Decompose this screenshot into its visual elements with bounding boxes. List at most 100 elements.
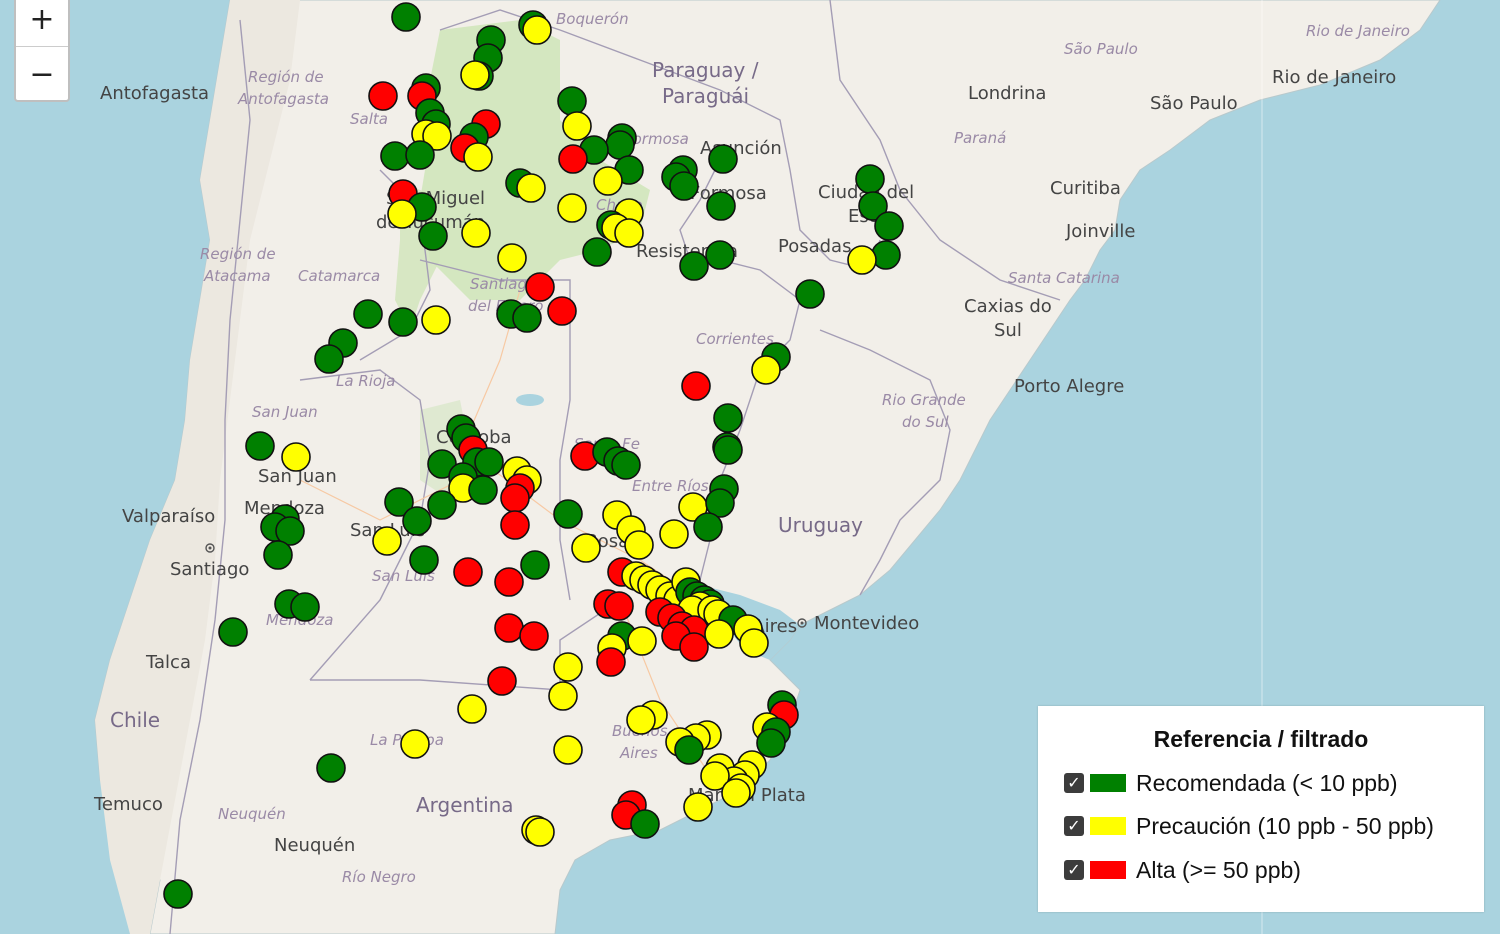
marker-recomendada[interactable] [512,303,542,333]
marker-recomendada[interactable] [713,403,743,433]
marker-recomendada[interactable] [557,86,587,116]
marker-alta[interactable] [679,632,709,662]
marker-recomendada[interactable] [630,809,660,839]
checkbox-recomendada[interactable]: ✓ [1064,773,1084,793]
marker-precaucion[interactable] [553,735,583,765]
marker-recomendada[interactable] [427,490,457,520]
marker-alta[interactable] [596,647,626,677]
marker-recomendada[interactable] [874,211,904,241]
zoom-out-button[interactable]: − [16,47,68,101]
marker-recomendada[interactable] [468,475,498,505]
zoom-in-button[interactable]: + [16,0,68,47]
marker-recomendada[interactable] [163,879,193,909]
marker-recomendada[interactable] [314,344,344,374]
marker-alta[interactable] [494,567,524,597]
marker-recomendada[interactable] [290,592,320,622]
marker-precaucion[interactable] [659,519,689,549]
checkbox-alta[interactable]: ✓ [1064,860,1084,880]
marker-precaucion[interactable] [421,305,451,335]
marker-alta[interactable] [494,613,524,643]
marker-precaucion[interactable] [593,166,623,196]
marker-precaucion[interactable] [626,705,656,735]
marker-precaucion[interactable] [463,142,493,172]
marker-recomendada[interactable] [679,251,709,281]
marker-precaucion[interactable] [516,173,546,203]
marker-precaucion[interactable] [372,526,402,556]
marker-recomendada[interactable] [705,240,735,270]
marker-alta[interactable] [519,621,549,651]
marker-recomendada[interactable] [611,450,641,480]
marker-precaucion[interactable] [461,218,491,248]
label-boqueron: Boquerón [556,10,629,28]
marker-precaucion[interactable] [557,193,587,223]
marker-precaucion[interactable] [553,652,583,682]
marker-recomendada[interactable] [388,307,418,337]
marker-precaucion[interactable] [683,792,713,822]
marker-recomendada[interactable] [582,237,612,267]
marker-recomendada[interactable] [708,144,738,174]
marker-recomendada[interactable] [520,550,550,580]
marker-precaucion[interactable] [522,15,552,45]
marker-precaucion[interactable] [627,626,657,656]
marker-recomendada[interactable] [474,447,504,477]
label-curitiba: Curitiba [1050,178,1121,199]
marker-alta[interactable] [681,371,711,401]
marker-precaucion[interactable] [460,60,490,90]
marker-alta[interactable] [604,591,634,621]
legend-title: Referencia / filtrado [1153,726,1369,752]
marker-alta[interactable] [487,666,517,696]
marker-recomendada[interactable] [795,279,825,309]
marker-recomendada[interactable] [380,141,410,171]
marker-alta[interactable] [547,296,577,326]
marker-recomendada[interactable] [402,506,432,536]
label-parana: Paraná [954,129,1006,147]
marker-recomendada[interactable] [218,617,248,647]
marker-precaucion[interactable] [525,817,555,847]
marker-precaucion[interactable] [571,533,601,563]
marker-recomendada[interactable] [855,164,885,194]
marker-recomendada[interactable] [713,435,743,465]
marker-recomendada[interactable] [409,545,439,575]
label-corrientes: Corrientes [696,330,774,348]
marker-precaucion[interactable] [387,199,417,229]
marker-recomendada[interactable] [263,540,293,570]
marker-recomendada[interactable] [605,130,635,160]
marker-recomendada[interactable] [693,512,723,542]
marker-precaucion[interactable] [400,729,430,759]
marker-recomendada[interactable] [706,191,736,221]
marker-recomendada[interactable] [418,221,448,251]
label-posadas: Posadas [778,236,851,257]
marker-recomendada[interactable] [316,753,346,783]
legend-item-precaucion[interactable]: ✓ Precaución (10 ppb - 50 ppb) [1064,811,1434,841]
marker-precaucion[interactable] [704,619,734,649]
marker-precaucion[interactable] [847,245,877,275]
marker-precaucion[interactable] [739,628,769,658]
marker-alta[interactable] [525,272,555,302]
marker-recomendada[interactable] [669,171,699,201]
marker-precaucion[interactable] [721,778,751,808]
marker-precaucion[interactable] [457,694,487,724]
marker-recomendada[interactable] [405,140,435,170]
marker-recomendada[interactable] [674,735,704,765]
checkbox-precaucion[interactable]: ✓ [1064,816,1084,836]
marker-alta[interactable] [500,483,530,513]
legend-item-recomendada[interactable]: ✓ Recomendada (< 10 ppb) [1064,768,1397,798]
marker-recomendada[interactable] [553,499,583,529]
marker-recomendada[interactable] [871,240,901,270]
marker-precaucion[interactable] [548,681,578,711]
marker-precaucion[interactable] [497,243,527,273]
marker-precaucion[interactable] [614,218,644,248]
marker-precaucion[interactable] [562,111,592,141]
marker-precaucion[interactable] [624,530,654,560]
marker-recomendada[interactable] [391,2,421,32]
marker-recomendada[interactable] [756,728,786,758]
marker-recomendada[interactable] [353,299,383,329]
marker-recomendada[interactable] [245,431,275,461]
legend-item-alta[interactable]: ✓ Alta (>= 50 ppb) [1064,855,1301,885]
marker-alta[interactable] [500,510,530,540]
marker-alta[interactable] [558,144,588,174]
marker-alta[interactable] [368,81,398,111]
marker-alta[interactable] [453,557,483,587]
marker-precaucion[interactable] [751,355,781,385]
marker-precaucion[interactable] [281,442,311,472]
